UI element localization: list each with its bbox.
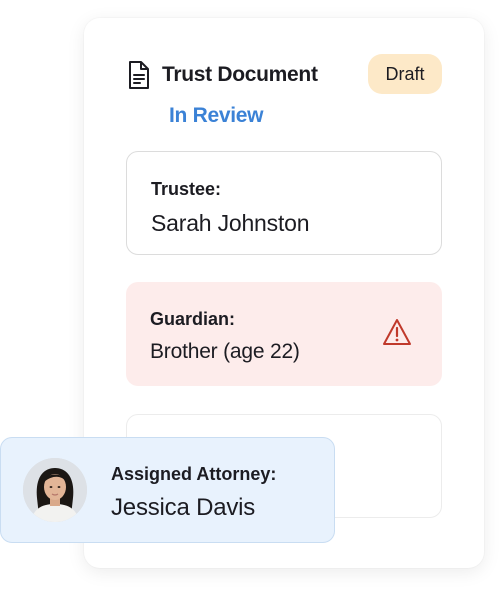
attorney-label: Assigned Attorney: [111,464,277,484]
guardian-label: Guardian: [150,309,236,329]
avatar [23,458,87,522]
guardian-value: Brother (age 22) [150,340,300,363]
document-icon [128,60,150,90]
warning-icon[interactable] [382,318,412,346]
attorney-name: Jessica Davis [111,494,256,521]
trustee-label: Trustee: [151,179,222,199]
review-status: In Review [169,104,264,127]
status-badge-draft: Draft [368,54,442,94]
document-header: Trust Document [128,60,318,90]
trustee-value: Sarah Johnston [151,210,310,236]
assigned-attorney-card[interactable]: Assigned Attorney: Jessica Davis [0,437,335,543]
trustee-field-card[interactable]: Trustee: Sarah Johnston [126,151,442,255]
document-title: Trust Document [162,63,318,86]
guardian-field-card[interactable]: Guardian: Brother (age 22) [126,282,442,386]
